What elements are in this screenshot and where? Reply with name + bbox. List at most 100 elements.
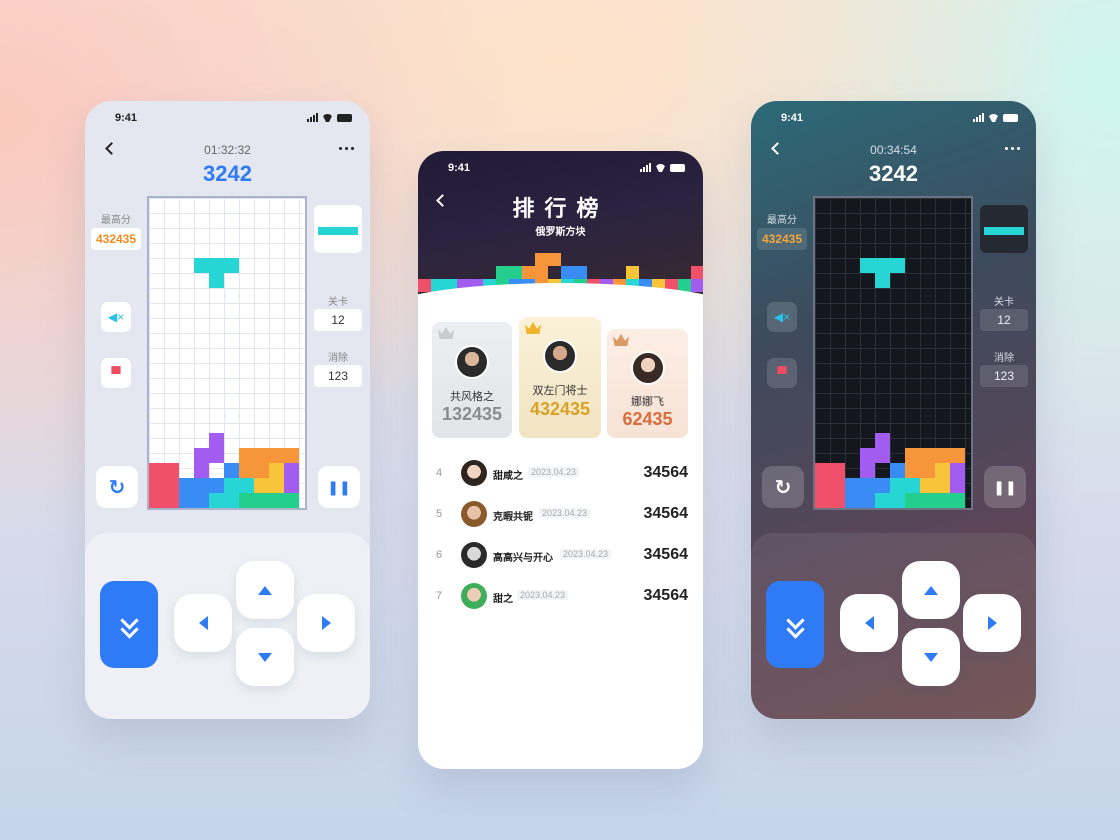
status-icons xyxy=(640,162,685,172)
stacked-block xyxy=(239,478,254,493)
header-block xyxy=(691,266,703,279)
mute-button[interactable]: ◀× xyxy=(101,302,131,332)
status-icons xyxy=(307,112,352,122)
stacked-block xyxy=(860,448,875,463)
rank-number: 5 xyxy=(436,508,443,520)
mute-icon: ◀× xyxy=(107,310,125,324)
header-block xyxy=(496,266,509,279)
stacked-block xyxy=(209,493,224,508)
status-time: 9:41 xyxy=(448,162,471,174)
stacked-block xyxy=(830,493,845,508)
stacked-block xyxy=(905,463,920,478)
stacked-block xyxy=(194,448,209,463)
avatar xyxy=(630,351,665,385)
status-icons xyxy=(973,112,1018,122)
rotate-up-button[interactable] xyxy=(902,561,960,619)
leaderboard-row[interactable]: 4 甜咸之 2023.04.23 34564 xyxy=(418,458,703,488)
game-board[interactable] xyxy=(813,196,973,510)
move-down-button[interactable] xyxy=(902,628,960,686)
falling-piece-block xyxy=(875,273,890,288)
cleared-label: 消除 xyxy=(328,353,348,364)
current-score: 3242 xyxy=(869,161,918,186)
signal-icon xyxy=(640,163,651,172)
leaderboard-row[interactable]: 5 克暇共铌 2023.04.23 34564 xyxy=(418,499,703,529)
podium-third[interactable]: 娜娜飞 62435 xyxy=(607,329,688,438)
restart-button[interactable]: ↻ xyxy=(96,466,138,508)
rank-number: 7 xyxy=(436,590,443,602)
leaderboard-header: 9:41 排行榜 俄罗斯方块 xyxy=(418,151,703,311)
status-time: 9:41 xyxy=(781,112,804,124)
stacked-block xyxy=(845,478,860,493)
pause-icon: ❚❚ xyxy=(327,478,351,495)
player-score: 34564 xyxy=(643,546,689,563)
move-left-button[interactable] xyxy=(174,594,232,652)
arrow-down-icon xyxy=(924,652,938,662)
double-chevron-down-icon xyxy=(785,610,805,639)
skin-button[interactable]: ▀ xyxy=(767,358,797,388)
stacked-block xyxy=(860,493,875,508)
leaderboard-row[interactable]: 7 甜之 2023.04.23 34564 xyxy=(418,581,703,611)
falling-piece-block xyxy=(890,258,905,273)
record-date: 2023.04.23 xyxy=(539,508,591,518)
skin-button[interactable]: ▀ xyxy=(101,358,131,388)
mute-icon: ◀× xyxy=(773,310,791,324)
podium-second[interactable]: 共风格之 132435 xyxy=(432,322,512,438)
stacked-block xyxy=(164,463,179,478)
level-label: 关卡 xyxy=(994,297,1014,308)
stacked-block xyxy=(239,448,254,463)
stacked-block xyxy=(194,493,209,508)
double-chevron-down-icon xyxy=(119,610,139,639)
avatar xyxy=(455,345,489,379)
game-screen-dark: 9:41 00:34:54 3242 最高分 432435 ◀× ▀ 关卡 12… xyxy=(751,101,1036,719)
stacked-block xyxy=(890,463,905,478)
header-block xyxy=(522,266,535,279)
game-timer: 01:32:32 xyxy=(204,143,251,157)
rotate-up-button[interactable] xyxy=(236,561,294,619)
header-block xyxy=(561,266,574,279)
falling-piece-block xyxy=(860,258,875,273)
stacked-block xyxy=(149,493,164,508)
level-value: 12 xyxy=(980,309,1028,331)
game-screen-light: 9:41 01:32:32 3242 最高分 432435 ◀× ▀ 关卡 12… xyxy=(85,101,370,719)
header-block xyxy=(509,266,522,279)
mute-button[interactable]: ◀× xyxy=(767,302,797,332)
stacked-block xyxy=(284,448,299,463)
stacked-block xyxy=(950,463,965,478)
move-down-button[interactable] xyxy=(236,628,294,686)
game-board[interactable] xyxy=(147,196,307,510)
control-pad xyxy=(85,533,370,719)
hard-drop-button[interactable] xyxy=(766,581,824,668)
leaderboard-row[interactable]: 6 高高兴与开心 2023.04.23 34564 xyxy=(418,540,703,570)
record-date: 2023.04.23 xyxy=(528,467,580,477)
player-name: 高高兴与开心 xyxy=(493,553,553,564)
status-bar: 9:41 xyxy=(85,101,370,137)
shirt-icon: ▀ xyxy=(777,365,787,381)
bronze-crown-icon xyxy=(613,334,629,346)
restart-icon: ↻ xyxy=(108,476,126,499)
podium-name: 娜娜飞 xyxy=(631,396,664,408)
wifi-icon xyxy=(655,164,666,172)
header-block xyxy=(574,266,587,279)
stacked-block xyxy=(875,433,890,448)
header-block xyxy=(535,253,548,266)
move-right-button[interactable] xyxy=(297,594,355,652)
shirt-icon: ▀ xyxy=(111,365,121,381)
stacked-block xyxy=(875,448,890,463)
status-bar: 9:41 xyxy=(751,101,1036,137)
move-right-button[interactable] xyxy=(963,594,1021,652)
header-wave xyxy=(418,283,703,311)
stacked-block xyxy=(164,478,179,493)
move-left-button[interactable] xyxy=(840,594,898,652)
falling-piece-block xyxy=(194,258,209,273)
podium-first[interactable]: 双左门将士 432435 xyxy=(519,317,601,438)
stacked-block xyxy=(860,478,875,493)
avatar xyxy=(461,501,487,527)
pause-button[interactable]: ❚❚ xyxy=(984,466,1026,508)
rank-number: 4 xyxy=(436,467,443,479)
hard-drop-button[interactable] xyxy=(100,581,158,668)
pause-button[interactable]: ❚❚ xyxy=(318,466,360,508)
player-score: 34564 xyxy=(643,587,689,604)
status-bar: 9:41 xyxy=(418,151,703,187)
restart-button[interactable]: ↻ xyxy=(762,466,804,508)
pause-icon: ❚❚ xyxy=(993,478,1017,495)
